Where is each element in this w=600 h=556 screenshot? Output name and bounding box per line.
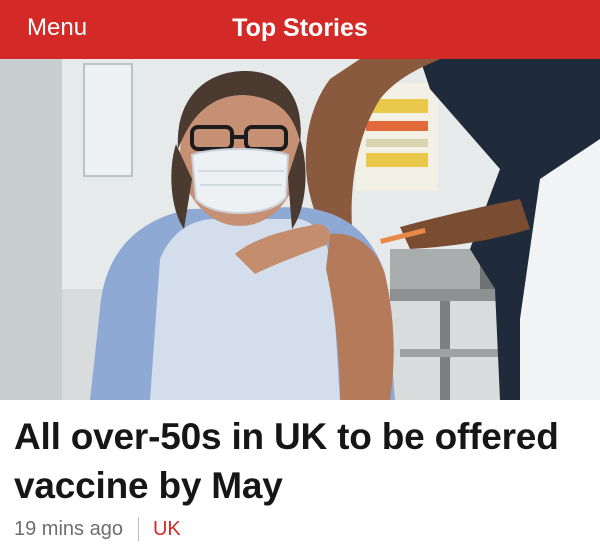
story-meta: 19 mins ago UK xyxy=(14,516,181,542)
section-link[interactable]: UK xyxy=(153,517,181,541)
page-title: Top Stories xyxy=(232,14,368,42)
story-image[interactable] xyxy=(0,59,600,400)
story-timestamp: 19 mins ago xyxy=(14,518,123,540)
app-header: Menu Top Stories xyxy=(0,0,600,59)
meta-divider xyxy=(137,517,139,541)
story-headline[interactable]: All over-50s in UK to be offered vaccine… xyxy=(14,412,589,510)
photo-icon xyxy=(0,59,600,400)
